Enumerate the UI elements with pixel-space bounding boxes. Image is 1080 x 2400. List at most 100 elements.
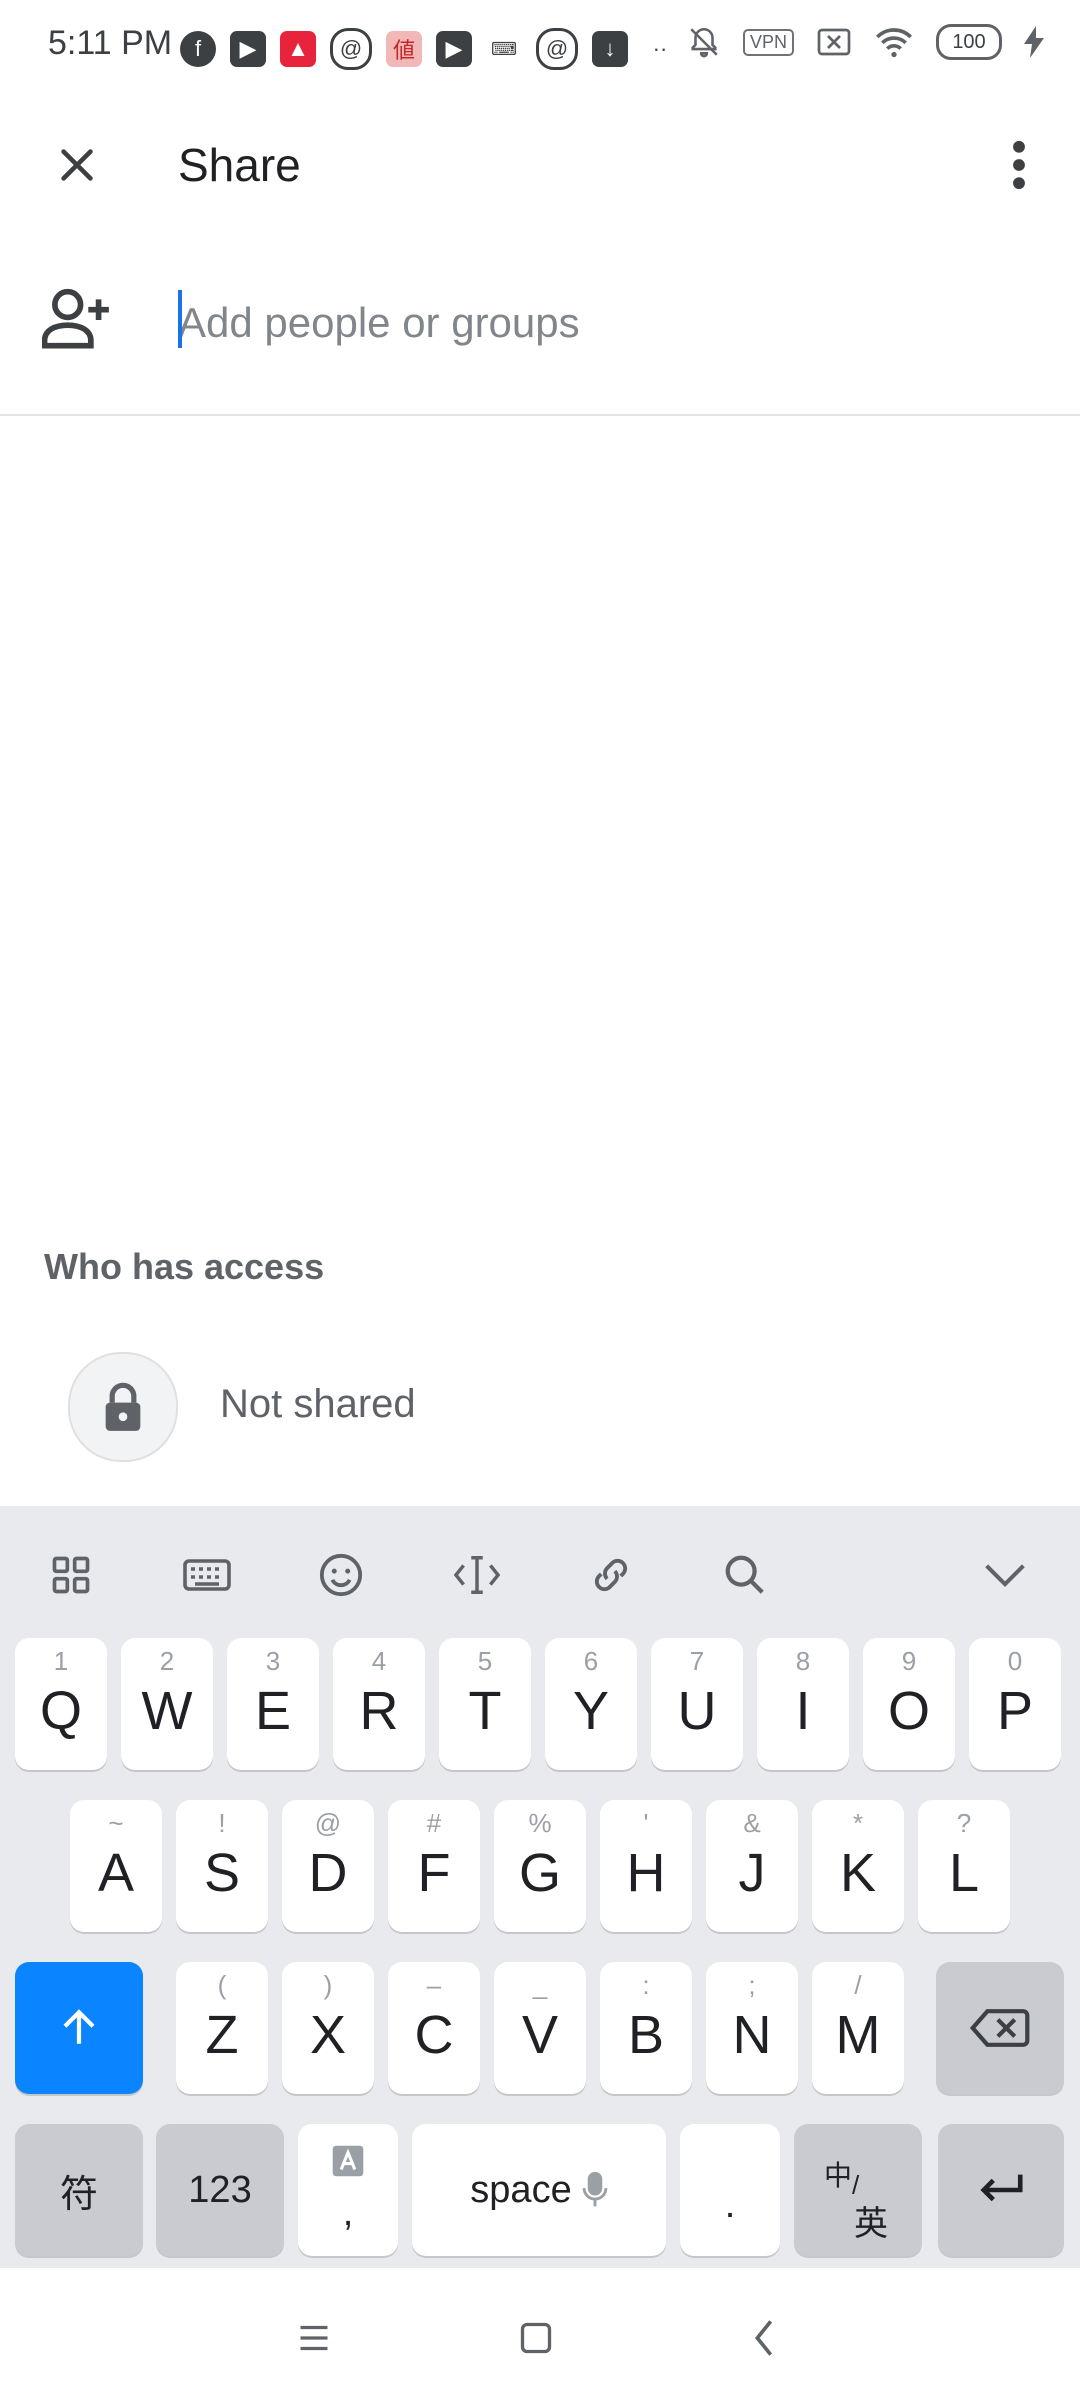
keyboard-icon bbox=[183, 1559, 231, 1591]
key-letter: A bbox=[97, 1843, 135, 1903]
key-hint: 2 bbox=[159, 1646, 175, 1676]
key-q[interactable]: 1Q bbox=[15, 1638, 107, 1770]
symbols-key[interactable]: 符 bbox=[15, 2124, 143, 2256]
emoji-button[interactable] bbox=[306, 1540, 376, 1610]
home-button[interactable] bbox=[506, 2308, 566, 2368]
key-hint: 0 bbox=[1007, 1646, 1023, 1676]
key-v[interactable]: _ V bbox=[494, 1962, 586, 2094]
period-key[interactable]: . bbox=[680, 2124, 780, 2256]
shift-key[interactable] bbox=[15, 1962, 143, 2094]
system-nav-bar bbox=[0, 2268, 1080, 2400]
key-s[interactable]: ! S bbox=[176, 1800, 268, 1932]
enter-key[interactable] bbox=[938, 2124, 1064, 2256]
add-people-input[interactable] bbox=[178, 288, 998, 358]
key-r[interactable]: 4R bbox=[333, 1638, 425, 1770]
language-switch-key[interactable]: 中 / 英 bbox=[794, 2124, 922, 2256]
space-key-label: space bbox=[470, 2168, 572, 2211]
key-o[interactable]: 9O bbox=[863, 1638, 955, 1770]
key-d[interactable]: @ D bbox=[282, 1800, 374, 1932]
backspace-key[interactable] bbox=[936, 1962, 1064, 2094]
text-cursor bbox=[178, 290, 182, 348]
close-icon bbox=[61, 149, 93, 181]
numbers-key-label: 123 bbox=[188, 2168, 252, 2211]
close-button[interactable] bbox=[42, 130, 112, 200]
status-bar: 5:11 PM f ▶ ▲ @ 値 ▶ ⌨ @ ↓ ·· VPN 100 bbox=[0, 0, 1080, 96]
key-letter: O bbox=[887, 1681, 930, 1741]
key-x[interactable]: ) X bbox=[282, 1962, 374, 2094]
key-t[interactable]: 5T bbox=[439, 1638, 531, 1770]
key-l[interactable]: ? L bbox=[918, 1800, 1010, 1932]
app-bar: Share bbox=[0, 96, 1080, 240]
key-f[interactable]: # F bbox=[388, 1800, 480, 1932]
key-hint: _ bbox=[532, 1970, 548, 2000]
hide-keyboard-button[interactable] bbox=[970, 1540, 1040, 1610]
key-j[interactable]: & J bbox=[706, 1800, 798, 1932]
key-letter: C bbox=[414, 2005, 454, 2065]
back-button[interactable] bbox=[734, 2308, 794, 2368]
key-c[interactable]: – C bbox=[388, 1962, 480, 2094]
facebook-icon: f bbox=[180, 31, 216, 67]
key-w[interactable]: 2W bbox=[121, 1638, 213, 1770]
on-screen-keyboard: 1Q2W3E4R5T6Y7U8I9O0P ~ A! S @ D # F% G ' H & J * K? L … bbox=[0, 1506, 1080, 2268]
key-hint: % bbox=[528, 1808, 552, 1838]
key-letter: P bbox=[996, 1681, 1034, 1741]
recents-button[interactable] bbox=[284, 2308, 344, 2368]
back-chevron-icon bbox=[754, 2320, 773, 2356]
key-letter: Y bbox=[572, 1681, 610, 1741]
key-hint: ( bbox=[217, 1970, 227, 2000]
numbers-key[interactable]: 123 bbox=[156, 2124, 284, 2256]
space-key[interactable]: space bbox=[412, 2124, 666, 2256]
person-add-icon bbox=[42, 288, 109, 349]
key-u[interactable]: 7U bbox=[651, 1638, 743, 1770]
comma-key[interactable]: , bbox=[298, 2124, 398, 2256]
system-icons: VPN 100 bbox=[687, 24, 1044, 60]
no-sim-icon bbox=[817, 28, 851, 56]
key-hint: 3 bbox=[265, 1646, 281, 1676]
key-hint: # bbox=[426, 1808, 442, 1838]
key-b[interactable]: :B bbox=[600, 1962, 692, 2094]
cursor-control-button[interactable] bbox=[442, 1540, 512, 1610]
app-badge-icon: 値 bbox=[386, 31, 422, 67]
search-button[interactable] bbox=[710, 1540, 780, 1610]
text-cursor-icon bbox=[453, 1556, 501, 1594]
key-letter: Z bbox=[205, 2005, 239, 2065]
key-hint: ) bbox=[323, 1970, 333, 2000]
key-letter: F bbox=[417, 1843, 451, 1903]
key-h[interactable]: ' H bbox=[600, 1800, 692, 1932]
key-i[interactable]: 8I bbox=[757, 1638, 849, 1770]
key-letter: G bbox=[518, 1843, 561, 1903]
language-key-top: 中 bbox=[824, 2160, 853, 2191]
access-status[interactable]: Not shared bbox=[220, 1382, 416, 1427]
keyboard-layout-button[interactable] bbox=[172, 1540, 242, 1610]
grid-menu-button[interactable] bbox=[36, 1540, 106, 1610]
key-z[interactable]: (Z bbox=[176, 1962, 268, 2094]
key-hint: – bbox=[426, 1970, 442, 2000]
charging-icon bbox=[1024, 26, 1044, 58]
key-hint: ? bbox=[956, 1808, 972, 1838]
emoji-icon bbox=[319, 1553, 363, 1597]
key-y[interactable]: 6Y bbox=[545, 1638, 637, 1770]
key-a[interactable]: ~ A bbox=[70, 1800, 162, 1932]
who-has-access-heading: Who has access bbox=[44, 1246, 325, 1287]
key-letter: T bbox=[468, 1681, 502, 1741]
backspace-icon bbox=[970, 2009, 1030, 2047]
key-letter: J bbox=[738, 1843, 766, 1903]
key-p[interactable]: 0P bbox=[969, 1638, 1061, 1770]
key-hint: / bbox=[854, 1970, 862, 2000]
keyboard-toolbar bbox=[0, 1506, 1080, 1634]
menu-icon bbox=[300, 2325, 328, 2351]
key-hint: 8 bbox=[795, 1646, 811, 1676]
key-g[interactable]: % G bbox=[494, 1800, 586, 1932]
more-options-button[interactable] bbox=[984, 130, 1054, 200]
key-e[interactable]: 3E bbox=[227, 1638, 319, 1770]
key-letter: I bbox=[795, 1681, 811, 1741]
page-title: Share bbox=[178, 139, 301, 191]
key-hint: 4 bbox=[371, 1646, 387, 1676]
key-k[interactable]: * K bbox=[812, 1800, 904, 1932]
key-m[interactable]: / M bbox=[812, 1962, 904, 2094]
key-hint: 6 bbox=[583, 1646, 599, 1676]
shift-arrow-icon bbox=[63, 2009, 95, 2044]
key-letter: E bbox=[254, 1681, 292, 1741]
key-n[interactable]: ; N bbox=[706, 1962, 798, 2094]
clipboard-link-button[interactable] bbox=[576, 1540, 646, 1610]
